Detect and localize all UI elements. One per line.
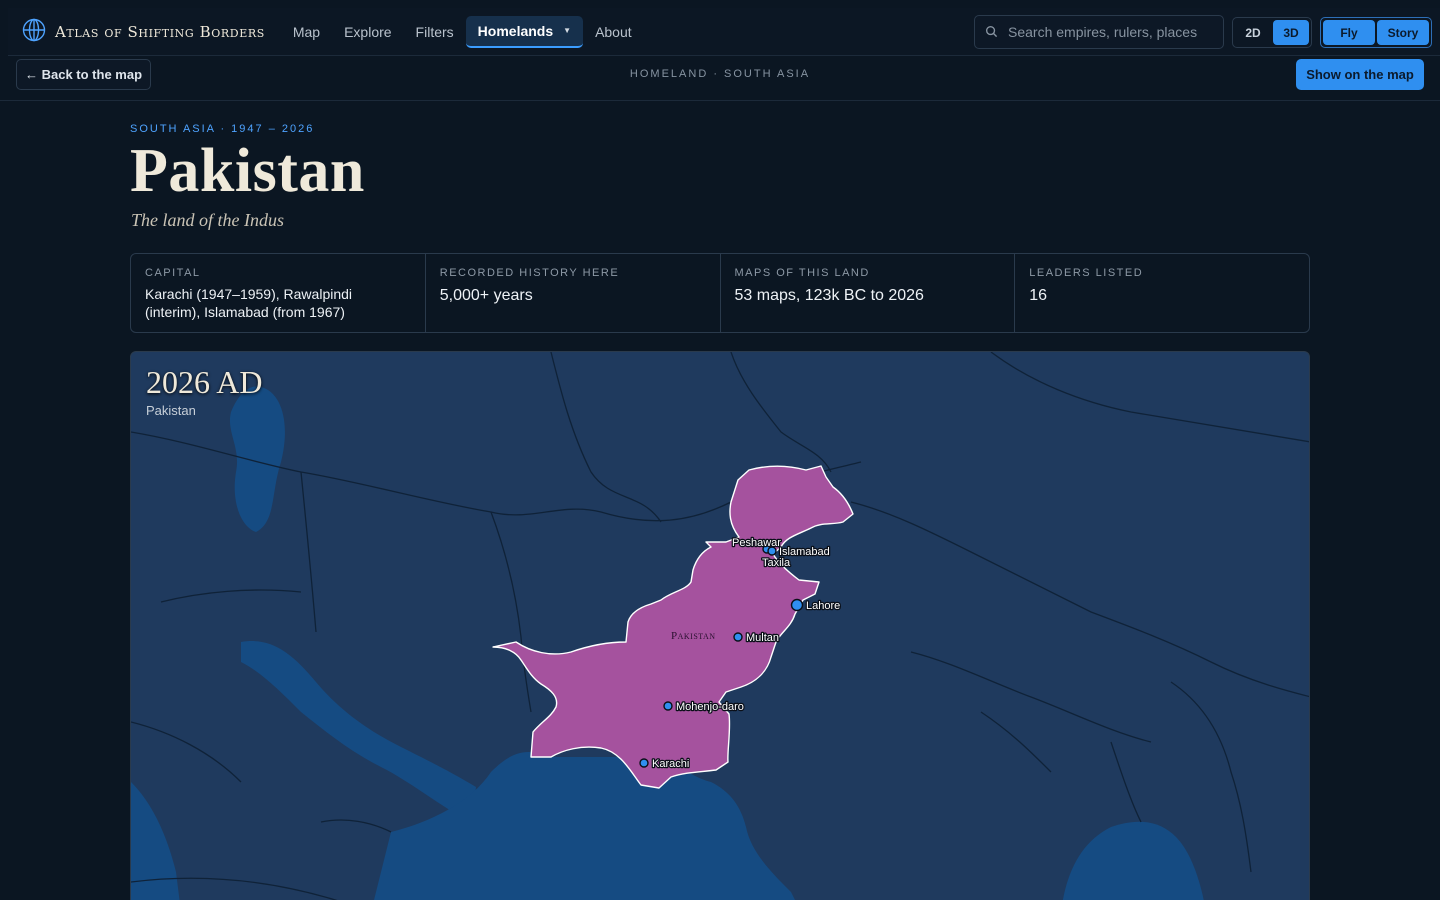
toggle-3d[interactable]: 3D [1273,20,1309,45]
city-dot [733,632,743,642]
stat-label: CAPITAL [145,267,201,279]
breadcrumb: HOMELAND · SOUTH ASIA [629,68,811,80]
caspian-sea [229,386,285,532]
search-box [974,15,1224,49]
persian-gulf [241,641,476,822]
city-dot [790,598,804,612]
toggle-fly[interactable]: Fly [1323,20,1375,45]
city-taxila[interactable]: Taxila [761,556,793,571]
city-dot [639,758,649,768]
city-label: Mohenjo-daro [676,701,744,713]
map-year: 2026 AD [146,364,263,400]
stat-label: RECORDED HISTORY HERE [439,267,620,279]
stat-value: 16 [1029,287,1048,304]
search-input[interactable] [1008,24,1208,40]
stat-capital: CAPITAL Karachi (1947–1959), Rawalpindi … [131,254,426,332]
map-canvas[interactable]: Pakistan Peshawar Islamabad Taxila Lahor… [131,352,1310,900]
city-label: Multan [746,632,779,644]
red-sea [131,782,180,900]
stat-maps: MAPS OF THIS LAND 53 maps, 123k BC to 20… [721,254,1016,332]
stat-label: LEADERS LISTED [1029,267,1144,279]
view-dimension-toggle: 2D 3D [1232,17,1312,48]
stat-leaders: LEADERS LISTED 16 [1015,254,1309,332]
main-nav: Map Explore Filters Homelands ▼ About [281,15,644,48]
stat-value: Karachi (1947–1959), Rawalpindi (interim… [145,286,353,320]
view-mode-toggle: Fly Story [1320,17,1432,48]
nav-homelands-label: Homelands [477,22,554,39]
bay-of-bengal [1062,821,1204,900]
city-label: Lahore [806,600,840,612]
nav-about[interactable]: About [583,17,644,47]
pakistan-territory[interactable] [492,465,854,789]
stat-value: 53 maps, 123k BC to 2026 [734,287,924,304]
brand[interactable]: Atlas of Shifting Borders [22,18,265,46]
app-name: Atlas of Shifting Borders [55,22,265,41]
globe-icon [22,18,46,46]
stats-panel: CAPITAL Karachi (1947–1959), Rawalpindi … [130,253,1310,333]
city-label: Taxila [762,557,791,569]
city-lahore[interactable]: Lahore [790,598,842,613]
city-dot [663,701,673,711]
search-icon [985,23,998,42]
city-dot [767,546,777,556]
homeland-map[interactable]: Pakistan Peshawar Islamabad Taxila Lahor… [130,351,1310,900]
region-period-eyebrow: SOUTH ASIA · 1947 – 2026 [130,123,315,135]
nav-explore[interactable]: Explore [332,17,403,47]
stat-recorded-history: RECORDED HISTORY HERE 5,000+ years [426,254,721,332]
top-nav-bar: Atlas of Shifting Borders Map Explore Fi… [8,8,1440,56]
nav-homelands[interactable]: Homelands ▼ [465,15,584,48]
caret-down-icon: ▼ [563,26,572,35]
city-label: Karachi [652,758,689,770]
toggle-story[interactable]: Story [1377,20,1429,45]
show-on-map-button[interactable]: Show on the map [1296,59,1424,90]
stat-value: 5,000+ years [439,287,533,304]
nav-filters[interactable]: Filters [404,17,466,47]
page-title: Pakistan [130,137,365,205]
page-subtitle: The land of the Indus [131,210,284,230]
sub-bar: ← Back to the map HOMELAND · SOUTH ASIA … [0,57,1440,101]
toggle-2d[interactable]: 2D [1235,20,1271,45]
city-mohenjo-daro[interactable]: Mohenjo-daro [663,700,745,714]
nav-map[interactable]: Map [281,17,332,47]
stat-label: MAPS OF THIS LAND [734,267,870,279]
country-label: Pakistan [671,630,716,642]
map-region-label: Pakistan [146,403,196,418]
